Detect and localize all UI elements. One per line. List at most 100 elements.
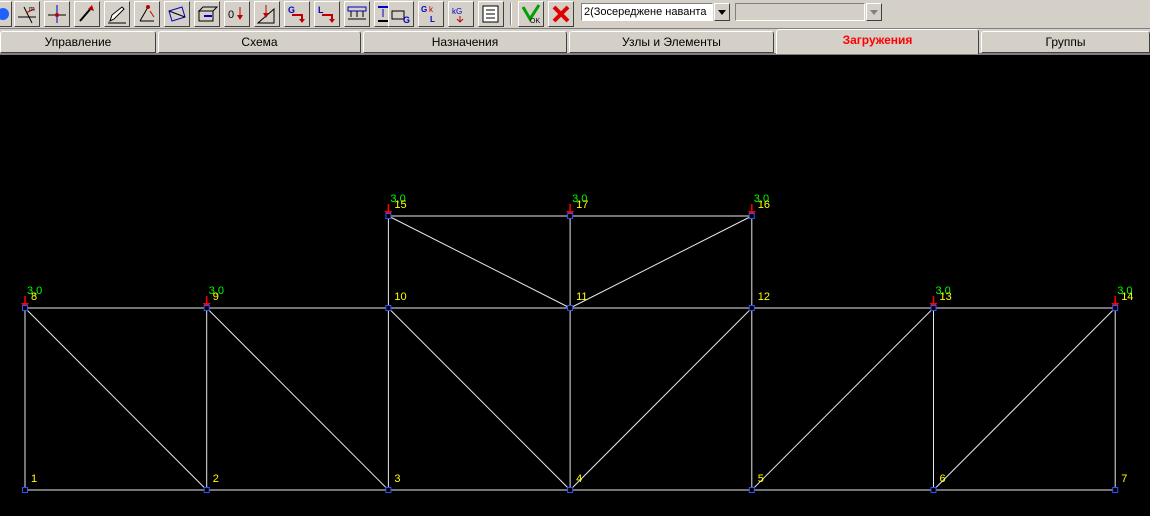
node-number-label: 10 [394, 291, 406, 303]
bar-element[interactable] [751, 307, 934, 491]
distributed-load-icon [347, 6, 367, 20]
node-number-label: 8 [31, 291, 37, 303]
accept-icon: OK [521, 4, 540, 25]
chevron-down-icon [870, 9, 878, 15]
node-number-label: 11 [576, 291, 587, 303]
node-marker[interactable] [748, 213, 755, 219]
bar-element[interactable] [388, 215, 571, 309]
chevron-down-icon [718, 9, 726, 15]
l-arrow-icon: L [318, 5, 335, 23]
zero-load-button[interactable]: 0 [224, 1, 250, 27]
node-marker[interactable] [22, 305, 28, 311]
node-marker[interactable] [567, 487, 574, 493]
node-number-label: 13 [940, 291, 952, 303]
node-marker[interactable] [930, 305, 937, 311]
load-case-select[interactable]: 2(Зосереджене наванта [581, 3, 713, 21]
load-case-dropdown-button[interactable] [714, 3, 730, 21]
bar-element[interactable] [933, 307, 1116, 491]
truss-scheme[interactable]: 3,0 3,0 3,0 3,03,0 3,0 3,01 2 3 4 5 6 78 9 10 11 12 13 14… [0, 57, 1150, 516]
secondary-dropdown-button[interactable] [866, 3, 882, 21]
local-load-button[interactable]: L [314, 1, 340, 27]
node-marker[interactable] [1112, 305, 1119, 311]
tab-bar: Управление Схема Назначения Узлы и Элеме… [0, 29, 1150, 55]
tab-assignments[interactable]: Назначения [363, 31, 567, 53]
toolbar: m 0 G L G GkL kG OK 2(Зосереджене навант… [0, 0, 1150, 29]
tab-loads[interactable]: Загружения [776, 29, 979, 54]
pencil-tool-button[interactable] [104, 1, 130, 27]
node-number-label: 2 [213, 473, 219, 485]
node-marker[interactable] [385, 487, 392, 493]
cut-tool-button[interactable] [44, 1, 70, 27]
node-number-label: 9 [213, 291, 219, 303]
global-load-button[interactable]: G [284, 1, 310, 27]
eraser-icon [139, 5, 155, 22]
node-marker[interactable] [930, 487, 937, 493]
bar-element[interactable] [569, 215, 753, 309]
zero-load-icon: 0 [228, 7, 243, 21]
cut-icon [48, 5, 66, 23]
tab-nodes-elements[interactable]: Узлы и Элементы [569, 31, 774, 53]
kg-button[interactable]: kG [448, 1, 474, 27]
plane-icon [168, 6, 186, 22]
secondary-select[interactable] [735, 3, 865, 21]
frame-g-label: G [403, 15, 410, 25]
bar-element[interactable] [206, 307, 389, 491]
node-marker[interactable] [1112, 487, 1119, 493]
list-button[interactable] [478, 1, 504, 27]
node-marker[interactable] [203, 487, 210, 493]
eraser-tool-button[interactable] [134, 1, 160, 27]
partial-tool-icon[interactable] [0, 1, 12, 27]
node-number-label: 15 [394, 199, 406, 211]
bar-element[interactable] [388, 307, 571, 491]
tab-control[interactable]: Управление [0, 31, 156, 53]
cancel-icon [552, 5, 570, 23]
list-icon [482, 5, 499, 23]
node-tool-icon: m [18, 6, 36, 24]
tab-groups[interactable]: Группы [981, 31, 1150, 53]
node-marker[interactable] [203, 305, 210, 311]
node-marker[interactable] [385, 213, 392, 219]
axis-icon [79, 5, 94, 22]
kg-icon: kG [452, 7, 464, 23]
node-number-label: 12 [758, 291, 770, 303]
node-marker[interactable] [22, 487, 28, 493]
bar-element[interactable] [24, 307, 208, 491]
node-tool-button[interactable]: m [14, 1, 40, 27]
node-marker[interactable] [385, 305, 392, 311]
g-frame-icon: G [391, 10, 410, 25]
svg-text:0: 0 [228, 9, 234, 21]
box-tool-button[interactable] [194, 1, 220, 27]
gkl-l-label: L [430, 15, 435, 24]
circle-tool-icon [0, 8, 9, 20]
node-marker[interactable] [748, 487, 755, 493]
triangle-load-icon [256, 5, 275, 24]
axis-tool-button[interactable] [74, 1, 100, 27]
node-marker[interactable] [748, 305, 755, 311]
global-g-label: G [288, 5, 295, 15]
node-number-label: 3 [394, 473, 400, 485]
accept-ok-label: OK [530, 18, 540, 25]
gkl-g-label: G [421, 5, 427, 14]
node-number-label: 7 [1121, 473, 1127, 485]
g-k-l-button[interactable]: GkL [418, 1, 444, 27]
accept-button[interactable]: OK [518, 1, 544, 27]
g-frame-button[interactable]: G [388, 1, 414, 27]
bar-element[interactable] [569, 307, 753, 491]
g-k-l-icon: GkL [421, 5, 435, 24]
distributed-load-button[interactable] [344, 1, 370, 27]
pencil-icon [108, 6, 126, 24]
local-l-label: L [318, 5, 324, 15]
gkl-k-label: k [429, 5, 434, 14]
toolbar-separator [510, 3, 512, 25]
node-number-label: 16 [758, 199, 770, 211]
node-number-label: 17 [576, 199, 588, 211]
cancel-button[interactable] [548, 1, 574, 27]
tab-scheme[interactable]: Схема [158, 31, 361, 53]
node-number-label: 5 [758, 473, 764, 485]
node-marker[interactable] [567, 213, 574, 219]
box-icon [197, 6, 218, 22]
plane-tool-button[interactable] [164, 1, 190, 27]
node-marker[interactable] [567, 305, 574, 311]
model-canvas[interactable]: 3,0 3,0 3,0 3,0 3,0 3,0 3,0 1 2 3 4 5 6 7 8 9 10 11 12 13 14… [0, 57, 1150, 516]
triangle-load-button[interactable] [254, 1, 280, 27]
